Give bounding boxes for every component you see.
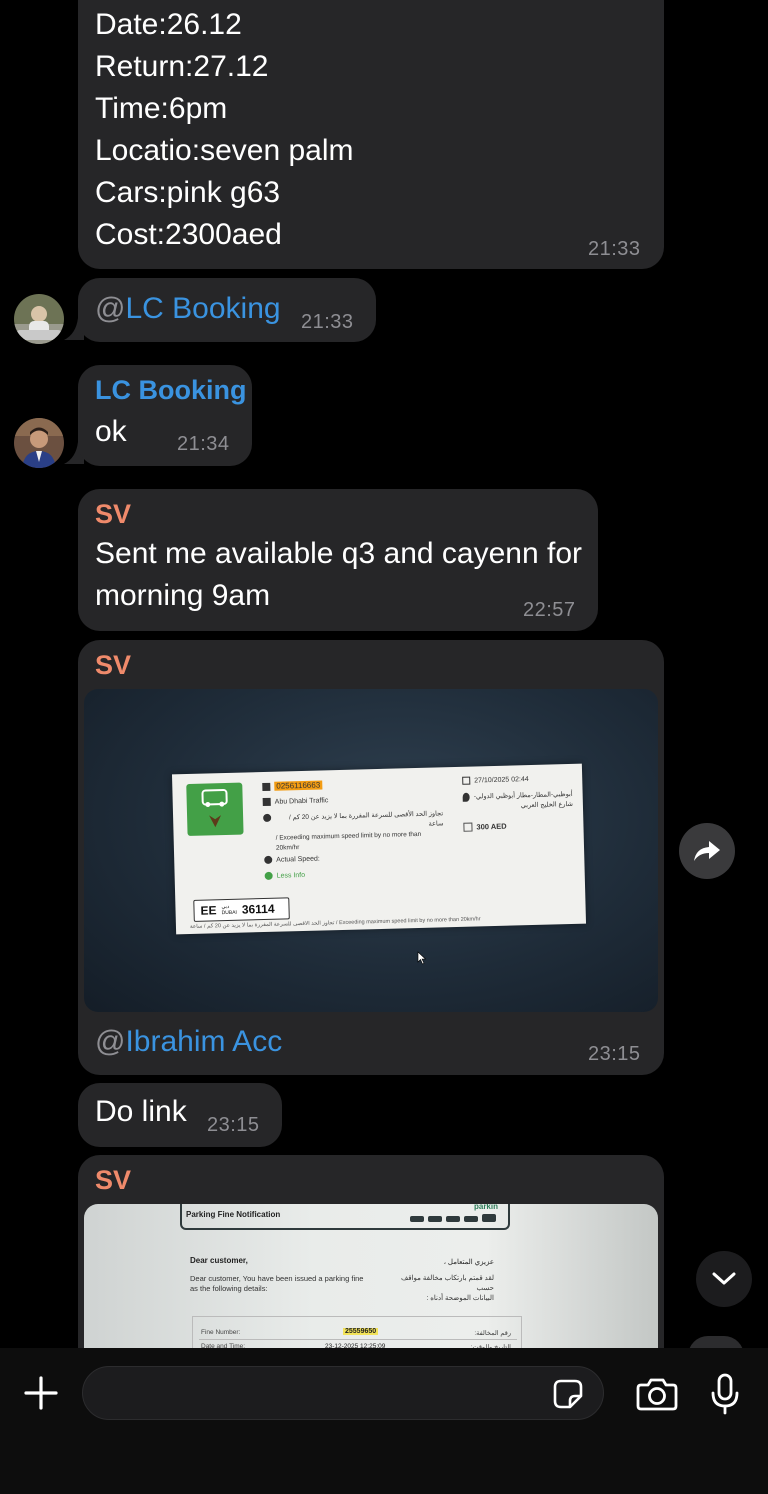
- parkin-header: Parking Fine Notification parkin: [180, 1204, 510, 1230]
- parking-title: Parking Fine Notification: [186, 1210, 281, 1219]
- message-time: 21:33: [588, 238, 641, 260]
- fine-number-label: Fine Number:: [201, 1329, 241, 1336]
- plate-number: 36114: [241, 901, 275, 917]
- plus-icon: [24, 1376, 58, 1410]
- attach-button[interactable]: [20, 1372, 62, 1414]
- mention-link[interactable]: @LC Booking: [95, 288, 281, 330]
- message-text: Date:26.12 Return:27.12 Time:6pm Locatio…: [95, 8, 354, 251]
- less-info-row: Less Info: [264, 871, 306, 881]
- ticket-number: 0256116663: [274, 780, 323, 791]
- cars-icon: [410, 1214, 496, 1222]
- actual-speed-row: Actual Speed:: [264, 855, 320, 865]
- sticker-icon: [553, 1379, 583, 1409]
- parkin-brand: parkin: [473, 1204, 498, 1211]
- microphone-button[interactable]: [706, 1370, 744, 1418]
- user-icon: [262, 797, 271, 807]
- forward-arrow-icon: [694, 841, 720, 861]
- fine-date: 27/10/2025 02:44: [474, 775, 529, 784]
- ticket-row: 0256116663: [262, 780, 323, 791]
- mention-at: @: [95, 1025, 126, 1058]
- license-plate: EE دبي DUBAI 36114: [193, 897, 290, 922]
- message-text: Sent me available q3 and cayenn for morn…: [95, 537, 582, 612]
- message-bubble-do-link[interactable]: Do link 23:15: [78, 1083, 282, 1147]
- location-row: أبوظبي-المطار-مطار أبوظبي الدولي- شارع ا…: [462, 790, 573, 813]
- fine-card: 0256116663 Abu Dhabi Traffic تجاوز الحد …: [171, 763, 587, 935]
- message-text: Do link: [95, 1095, 187, 1128]
- message-bubble-mention[interactable]: @LC Booking 21:33: [78, 278, 376, 342]
- message-bubble-sv-text[interactable]: SV Sent me available q3 and cayenn for m…: [78, 489, 598, 631]
- message-composer-bar: [0, 1348, 768, 1494]
- location-pin-icon: [462, 792, 470, 802]
- parking-greeting-ar: عزيزي المتعامل ،: [443, 1259, 494, 1266]
- sender-name[interactable]: SV: [95, 497, 131, 531]
- scroll-to-bottom-button[interactable]: [696, 1251, 752, 1307]
- message-time: 23:15: [207, 1114, 260, 1136]
- message-time: 21:33: [301, 311, 354, 333]
- message-time: 23:15: [588, 1043, 641, 1065]
- message-time: 22:57: [523, 599, 576, 621]
- sticker-button[interactable]: [551, 1377, 585, 1411]
- speed-icon: [263, 813, 272, 823]
- actual-speed-label: Actual Speed:: [276, 855, 320, 864]
- parking-body: Dear customer, You have been issued a pa…: [190, 1274, 364, 1293]
- message-input[interactable]: [82, 1366, 604, 1420]
- microphone-icon: [711, 1373, 739, 1415]
- fine-number-label-ar: رقم المخالفة:: [474, 1330, 511, 1337]
- mention-at: @: [95, 292, 126, 325]
- date-row: 27/10/2025 02:44: [462, 775, 529, 785]
- authority: Abu Dhabi Traffic: [274, 796, 329, 806]
- photo-traffic-fine[interactable]: 0256116663 Abu Dhabi Traffic تجاوز الحد …: [84, 689, 658, 1012]
- abu-dhabi-police-logo: [186, 782, 244, 837]
- message-text: ok: [95, 415, 127, 448]
- checkbox-icon: [463, 822, 473, 832]
- authority-row: Abu Dhabi Traffic: [262, 796, 329, 807]
- calendar-icon: [462, 776, 471, 785]
- mention-name[interactable]: Ibrahim Acc: [125, 1025, 282, 1058]
- message-bubble-sv-photo[interactable]: SV 0256116663 Abu Dhabi Traffic تجاوز ال…: [78, 640, 664, 1075]
- message-time: 21:34: [177, 433, 230, 455]
- violation-row: تجاوز الحد الأقصى للسرعة المقررة بما لا …: [263, 809, 444, 854]
- fine-number-value: 25559650: [343, 1328, 379, 1335]
- mouse-cursor-icon: [417, 951, 427, 965]
- message-bubble-lc-booking[interactable]: LC Booking ok 21:34: [78, 365, 252, 466]
- fine-amount: 300 AED: [476, 821, 507, 832]
- camera-button[interactable]: [634, 1374, 680, 1414]
- amount-row: 300 AED: [463, 821, 507, 832]
- avatar[interactable]: [14, 294, 64, 344]
- message-bubble-booking-details[interactable]: Date:26.12 Return:27.12 Time:6pm Locatio…: [78, 0, 664, 269]
- parking-greeting: Dear customer,: [190, 1256, 248, 1265]
- plate-city: DUBAI: [221, 909, 237, 917]
- sender-name[interactable]: LC Booking: [95, 373, 246, 407]
- info-icon: [264, 871, 273, 881]
- sender-name[interactable]: SV: [95, 648, 131, 682]
- forward-button[interactable]: [679, 823, 735, 879]
- fine-location: أبوظبي-المطار-مطار أبوظبي الدولي- شارع ا…: [473, 790, 573, 810]
- violation-en: / Exceeding maximum speed limit by no mo…: [275, 830, 422, 852]
- sender-name[interactable]: SV: [95, 1163, 131, 1197]
- mention-link[interactable]: @Ibrahim Acc: [95, 1021, 282, 1063]
- less-info: Less Info: [276, 871, 306, 880]
- chevron-down-icon: [712, 1272, 736, 1285]
- avatar[interactable]: [14, 418, 64, 468]
- parking-body-ar: لقد قمتم بارتكاب مخالفة مواقف حسب البيان…: [400, 1275, 494, 1302]
- plate-code: EE: [200, 903, 217, 918]
- ticket-icon: [262, 782, 271, 791]
- camera-icon: [636, 1378, 678, 1411]
- mention-name[interactable]: LC Booking: [125, 292, 280, 325]
- table-divider: [199, 1339, 517, 1340]
- speed-icon: [264, 855, 273, 865]
